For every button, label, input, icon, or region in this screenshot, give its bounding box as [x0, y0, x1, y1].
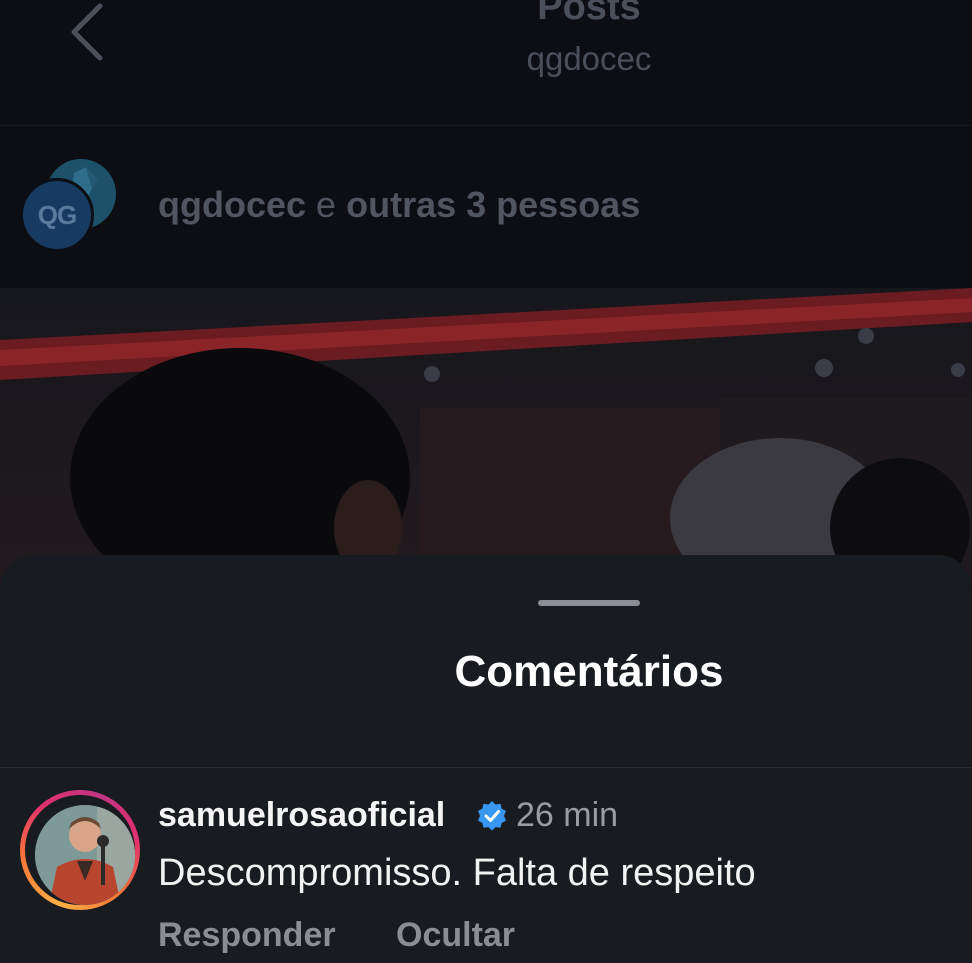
- collaborator-username[interactable]: qgdocec: [158, 184, 306, 225]
- comments-sheet: Comentários samuelrosaoficial 26 min Des…: [0, 555, 972, 963]
- avatar[interactable]: [35, 805, 135, 905]
- story-ring-gap: [25, 795, 135, 905]
- top-navigation-bar: Posts qgdocec: [0, 0, 972, 126]
- comment-text: Descompromisso. Falta de respeito: [158, 852, 756, 894]
- collaborator-connector: e: [316, 184, 337, 225]
- hide-button[interactable]: Ocultar: [396, 916, 515, 955]
- comments-title: Comentários: [454, 647, 724, 696]
- collaborators-text[interactable]: qgdocec e outras 3 pessoas: [158, 184, 640, 226]
- avatar-photo: [35, 805, 135, 905]
- sheet-grabber[interactable]: [538, 600, 640, 606]
- comment-username[interactable]: samuelrosaoficial: [158, 796, 445, 835]
- collaborator-others[interactable]: outras 3 pessoas: [346, 184, 640, 225]
- collaborator-avatars[interactable]: QG: [20, 156, 120, 256]
- collaborators-row[interactable]: QG qgdocec e outras 3 pessoas: [0, 126, 972, 288]
- verified-badge-icon: [478, 801, 506, 831]
- collaborator-avatar-primary: QG: [20, 178, 94, 252]
- avatar-logo-text: QG: [37, 199, 77, 230]
- comment-item: samuelrosaoficial 26 min Descompromisso.…: [0, 768, 972, 963]
- page-title: Posts: [537, 0, 641, 28]
- reply-button[interactable]: Responder: [158, 916, 336, 955]
- story-ring[interactable]: [20, 790, 140, 910]
- comment-timestamp: 26 min: [516, 796, 619, 834]
- page-subtitle: qgdocec: [526, 40, 652, 77]
